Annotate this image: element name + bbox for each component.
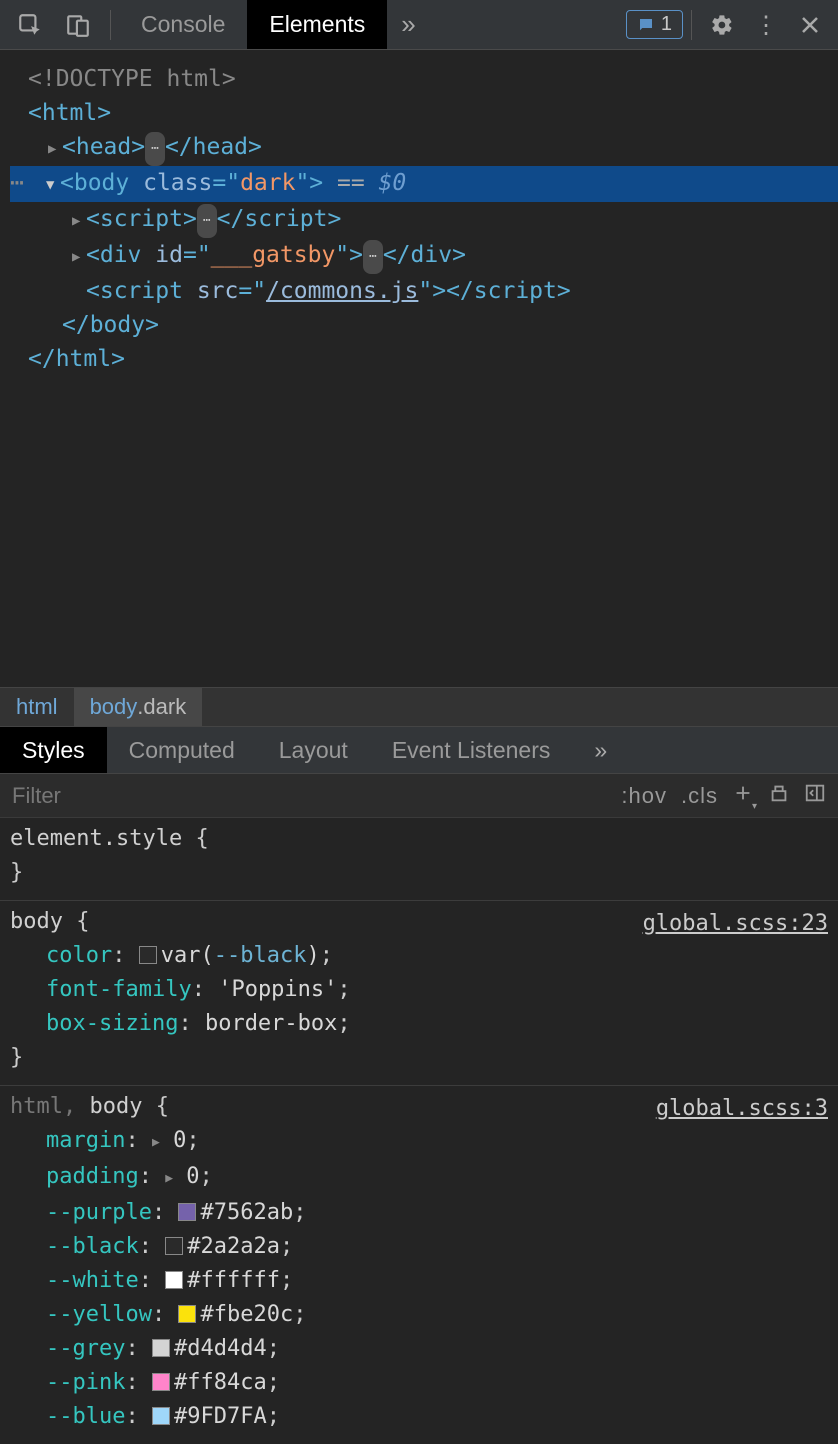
rule-body[interactable]: global.scss:23 body { color: var(--black… xyxy=(0,901,838,1086)
decl-font-family[interactable]: font-family: 'Poppins'; xyxy=(10,973,828,1007)
toggle-sidebar-icon[interactable] xyxy=(804,782,826,810)
decl-var-pink[interactable]: --pink: #ff84ca; xyxy=(10,1366,828,1400)
decl-margin[interactable]: margin: ▶ 0; xyxy=(10,1124,828,1160)
hov-toggle[interactable]: :hov xyxy=(621,783,667,809)
more-subtabs-icon[interactable]: » xyxy=(572,727,629,773)
collapse-arrow-icon[interactable]: ▼ xyxy=(46,168,60,202)
shorthand-expand-icon[interactable]: ▶ xyxy=(165,1162,173,1196)
paint-flashing-icon[interactable] xyxy=(768,782,790,810)
elements-dom-tree[interactable]: <!DOCTYPE html> <html> ▶<head>⋯</head> ⋯… xyxy=(0,50,838,686)
color-swatch[interactable] xyxy=(165,1271,183,1289)
decl-var-white[interactable]: --white: #ffffff; xyxy=(10,1264,828,1298)
subtab-styles[interactable]: Styles xyxy=(0,727,107,773)
toolbar-divider xyxy=(110,10,111,40)
color-swatch[interactable] xyxy=(165,1237,183,1255)
color-swatch[interactable] xyxy=(152,1339,170,1357)
subtab-event-listeners[interactable]: Event Listeners xyxy=(370,727,573,773)
rule-element-style[interactable]: element.style { } xyxy=(0,818,838,901)
color-swatch[interactable] xyxy=(178,1203,196,1221)
more-tabs-icon[interactable]: » xyxy=(387,0,429,49)
dom-node-html-close[interactable]: </html> xyxy=(10,342,838,376)
breadcrumb-trail: html body.dark xyxy=(0,687,838,727)
source-link[interactable]: global.scss:23 xyxy=(643,907,828,941)
color-swatch[interactable] xyxy=(152,1407,170,1425)
dom-node-body-selected[interactable]: ⋯▼<body class="dark"> == $0 xyxy=(10,166,838,202)
shorthand-expand-icon[interactable]: ▶ xyxy=(152,1126,160,1160)
crumb-html[interactable]: html xyxy=(0,688,74,727)
more-options-icon[interactable]: ⋮ xyxy=(744,3,788,47)
color-swatch[interactable] xyxy=(178,1305,196,1323)
decl-color[interactable]: color: var(--black); xyxy=(10,939,828,973)
expand-arrow-icon[interactable]: ▶ xyxy=(72,204,86,238)
dom-node-div-gatsby[interactable]: ▶<div id="___gatsby">⋯</div> xyxy=(10,238,838,274)
expand-arrow-icon[interactable]: ▶ xyxy=(48,132,62,166)
styles-panel[interactable]: element.style { } global.scss:23 body { … xyxy=(0,818,838,1444)
dom-node-script-src[interactable]: <script src="/commons.js"></script> xyxy=(10,274,838,308)
color-swatch[interactable] xyxy=(152,1373,170,1391)
dom-node-body-close[interactable]: </body> xyxy=(10,308,838,342)
settings-icon[interactable] xyxy=(700,3,744,47)
styles-subtabs: Styles Computed Layout Event Listeners » xyxy=(0,726,838,773)
decl-padding[interactable]: padding: ▶ 0; xyxy=(10,1160,828,1196)
cls-toggle[interactable]: .cls xyxy=(681,783,718,809)
new-style-rule-icon[interactable]: ▾ xyxy=(732,782,754,810)
dom-node-script[interactable]: ▶<script>⋯</script> xyxy=(10,202,838,238)
crumb-body[interactable]: body.dark xyxy=(74,688,203,727)
dom-node-html-open[interactable]: <html> xyxy=(10,96,838,130)
decl-var-purple[interactable]: --purple: #7562ab; xyxy=(10,1196,828,1230)
issues-count: 1 xyxy=(661,13,672,36)
source-link[interactable]: global.scss:3 xyxy=(656,1092,828,1126)
expand-arrow-icon[interactable]: ▶ xyxy=(72,240,86,274)
subtab-computed[interactable]: Computed xyxy=(107,727,257,773)
tab-console[interactable]: Console xyxy=(119,0,247,49)
panel-tabs: Console Elements » xyxy=(119,0,430,49)
script-src-link[interactable]: /commons.js xyxy=(266,278,418,304)
decl-box-sizing[interactable]: box-sizing: border-box; xyxy=(10,1007,828,1041)
dom-node-head[interactable]: ▶<head>⋯</head> xyxy=(10,130,838,166)
decl-var-black[interactable]: --black: #2a2a2a; xyxy=(10,1230,828,1264)
decl-var-grey[interactable]: --grey: #d4d4d4; xyxy=(10,1332,828,1366)
subtab-layout[interactable]: Layout xyxy=(257,727,370,773)
ellipsis-icon[interactable]: ⋯ xyxy=(363,240,383,274)
dom-node-doctype[interactable]: <!DOCTYPE html> xyxy=(10,62,838,96)
device-toolbar-icon[interactable] xyxy=(54,1,102,49)
styles-filter-bar: :hov .cls ▾ xyxy=(0,773,838,818)
decl-var-yellow[interactable]: --yellow: #fbe20c; xyxy=(10,1298,828,1332)
ellipsis-icon[interactable]: ⋯ xyxy=(145,132,165,166)
rule-html-body[interactable]: global.scss:3 html, body { margin: ▶ 0; … xyxy=(0,1086,838,1444)
ellipsis-icon[interactable]: ⋯ xyxy=(197,204,217,238)
decl-var-blue[interactable]: --blue: #9FD7FA; xyxy=(10,1400,828,1434)
tab-elements[interactable]: Elements xyxy=(247,0,387,49)
devtools-toolbar: Console Elements » 1 ⋮ xyxy=(0,0,838,50)
inspect-element-icon[interactable] xyxy=(6,1,54,49)
styles-filter-input[interactable] xyxy=(12,783,607,809)
close-devtools-icon[interactable] xyxy=(788,3,832,47)
issues-badge[interactable]: 1 xyxy=(626,10,683,39)
toolbar-divider xyxy=(691,10,692,40)
color-swatch[interactable] xyxy=(139,946,157,964)
